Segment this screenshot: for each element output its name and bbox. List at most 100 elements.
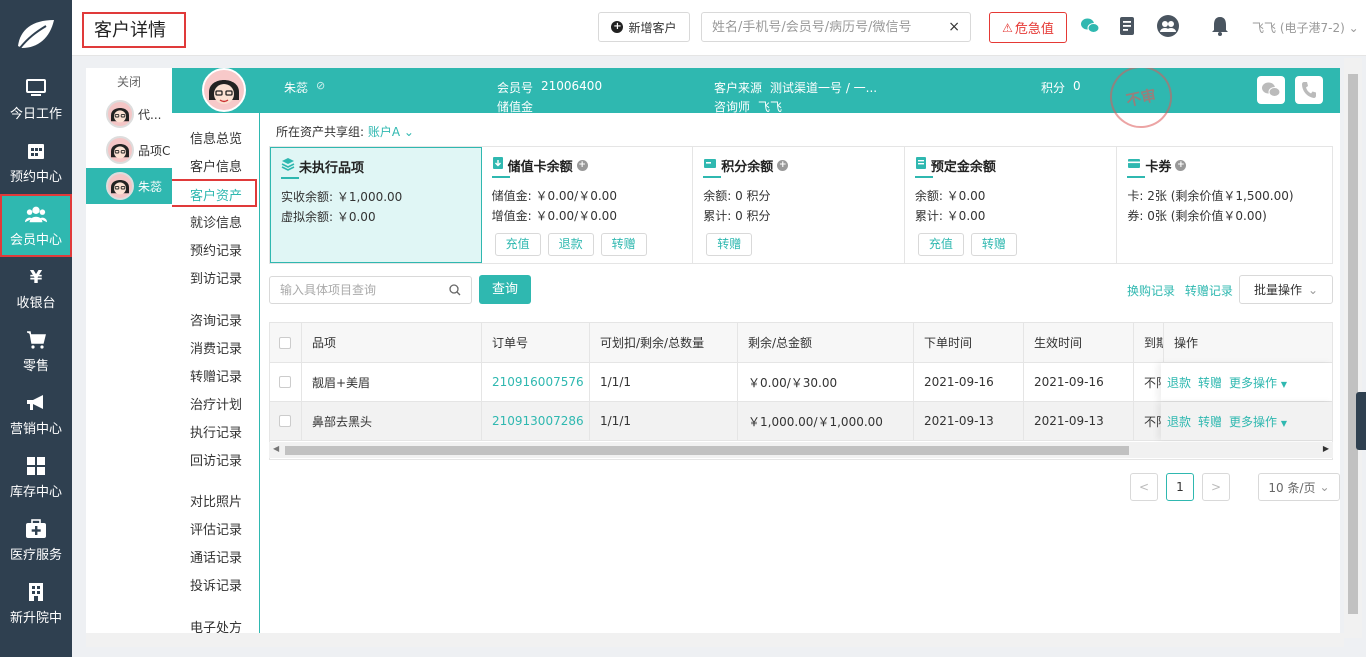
bell-icon[interactable] [1208,14,1232,38]
submenu-item[interactable]: 通话记录 [190,547,242,566]
submenu-item[interactable]: 投诉记录 [190,575,242,594]
page-vertical-scrollbar[interactable] [1344,58,1362,638]
page-size-select[interactable]: 10 条/页 ⌄ [1258,473,1340,501]
order-number-link[interactable]: 210916007576 [482,363,590,401]
exchange-log-link[interactable]: 换购记录 [1127,284,1175,298]
submenu-item[interactable]: 评估记录 [190,519,242,538]
asset-card-action-button[interactable]: 充值 [494,233,541,256]
customer-search-input[interactable] [712,19,949,35]
sidebar-item-megaphone[interactable]: 营销中心 [0,383,72,446]
submenu-item[interactable]: 信息总览 [190,128,242,147]
page-horizontal-scrollbar[interactable] [86,633,1344,647]
query-button[interactable]: 查询 [479,275,531,304]
refund-action[interactable]: 退款 [1167,413,1191,430]
close-tabs-button[interactable]: 关闭 [86,68,172,96]
item-search-input[interactable] [280,283,449,297]
call-button[interactable] [1295,76,1323,104]
search-icon[interactable] [449,284,461,296]
sidebar-item-yen[interactable]: ¥ 收银台 [0,257,72,320]
prev-page-button[interactable]: < [1130,473,1158,501]
sidebar-item-medkit[interactable]: 医疗服务 [0,509,72,572]
add-circle-icon[interactable]: + [777,159,789,171]
page-1-button[interactable]: 1 [1166,473,1194,501]
transfer-action[interactable]: 转赠 [1198,374,1222,391]
chevron-down-icon: ⌄ [403,125,414,139]
asset-card-title: 积分余额 + [703,155,894,175]
customer-tab[interactable]: 代... [86,96,172,132]
next-page-button[interactable]: > [1202,473,1230,501]
asset-card-action-button[interactable]: 充值 [917,233,964,256]
sidebar-item-monitor[interactable]: 今日工作 [0,68,72,131]
asset-card-title-text: 卡券 [1145,159,1172,175]
group-users-icon[interactable] [1156,14,1180,38]
asset-card-action-button[interactable]: 转赠 [970,233,1017,256]
scrollbar-thumb[interactable] [1348,74,1358,614]
submenu-item[interactable]: 执行记录 [190,422,242,441]
submenu-item[interactable]: 转赠记录 [190,366,242,385]
monitor-icon [25,77,47,99]
asset-summary-cards: 未执行品项 实收余额: ￥1,000.00 虚拟余额: ￥0.00 储值卡余额 + 储值金… [269,146,1333,264]
submenu-item[interactable]: 客户信息 [190,156,242,175]
row-checkbox[interactable] [279,376,291,388]
page-title: 客户详情 [82,12,186,48]
current-user-name: 飞飞 (电子港7-2) [1252,21,1345,35]
asset-group-value: 账户A [367,125,401,139]
sidebar-item-building[interactable]: 新升院中 [0,572,72,635]
submenu-item[interactable]: 对比照片 [190,491,242,510]
customer-search-box: × [701,12,971,42]
wechat-icon[interactable] [1078,14,1102,38]
submenu-item[interactable]: 治疗计划 [190,394,242,413]
more-actions-dropdown[interactable]: 更多操作 ▼ [1229,413,1287,430]
row-checkbox[interactable] [279,415,291,427]
asset-share-group: 所在资产共享组: 账户A ⌄ [276,123,414,140]
asset-card-action-button[interactable]: 转赠 [706,233,753,256]
asset-card[interactable]: 未执行品项 实收余额: ￥1,000.00 虚拟余额: ￥0.00 [270,147,482,263]
submenu-item[interactable]: 消费记录 [190,338,242,357]
submenu-item[interactable]: 预约记录 [190,240,242,259]
document-edit-icon[interactable] [1116,14,1140,38]
table-horizontal-scrollbar[interactable]: ◀ ▶ [269,442,1333,458]
submenu-item[interactable]: 就诊信息 [190,212,242,231]
submenu-item[interactable]: 电子处方 [190,617,242,633]
asset-card-action-button[interactable]: 转赠 [600,233,647,256]
batch-operations-dropdown[interactable]: 批量操作 ⌄ [1239,275,1333,304]
customer-tab[interactable]: 品项C [86,132,172,168]
scroll-left-icon[interactable]: ◀ [273,444,279,453]
asset-card-action-button[interactable]: 退款 [547,233,594,256]
asset-card-line: 累计: ￥0.00 [914,209,986,223]
critical-value-button[interactable]: ⚠ 危急值 [989,12,1067,43]
asset-card-actions: 转赠 [706,233,753,256]
side-floating-widget[interactable] [1356,392,1366,450]
sidebar-item-calendar[interactable]: 预约中心 [0,131,72,194]
scrollbar-thumb[interactable] [285,446,1129,455]
add-circle-icon[interactable]: + [576,159,588,171]
new-customer-button[interactable]: + 新增客户 [598,12,690,42]
ticket-icon [1127,157,1141,173]
more-actions-dropdown[interactable]: 更多操作 ▼ [1229,374,1287,391]
sidebar-item-cart[interactable]: 零售 [0,320,72,383]
customer-tab[interactable]: 朱蕊 [86,168,172,204]
asset-card-line: 增值金: ￥0.00/￥0.00 [491,209,617,223]
chevron-down-icon: ⌄ [1307,282,1319,297]
sidebar-item-users[interactable]: 会员中心 [0,194,72,257]
app-logo[interactable] [0,0,72,68]
sidebar: 今日工作 预约中心 会员中心 ¥ 收银台 零售 营销中心 库存中心 医疗服务 新升院中 [0,0,72,657]
sidebar-item-grid[interactable]: 库存中心 [0,446,72,509]
scroll-right-icon[interactable]: ▶ [1323,444,1329,453]
submenu-item[interactable]: 客户资产 [172,179,257,207]
transfer-action[interactable]: 转赠 [1198,413,1222,430]
add-circle-icon[interactable]: + [1175,159,1187,171]
submenu-item[interactable]: 咨询记录 [190,310,242,329]
submenu-item[interactable]: 到访记录 [190,268,242,287]
current-user-menu[interactable]: 飞飞 (电子港7-2) ⌄ [1252,19,1359,36]
clear-search-icon[interactable]: × [948,19,960,35]
submenu-item[interactable]: 回访记录 [190,450,242,469]
link-icon[interactable]: ⊘ [316,79,325,92]
transfer-log-link[interactable]: 转赠记录 [1185,284,1233,298]
building-icon [25,581,47,603]
refund-action[interactable]: 退款 [1167,374,1191,391]
wechat-contact-button[interactable] [1257,76,1285,104]
asset-group-select[interactable]: 账户A ⌄ [368,125,414,139]
select-all-checkbox[interactable] [279,336,291,349]
order-number-link[interactable]: 210913007286 [482,402,590,440]
